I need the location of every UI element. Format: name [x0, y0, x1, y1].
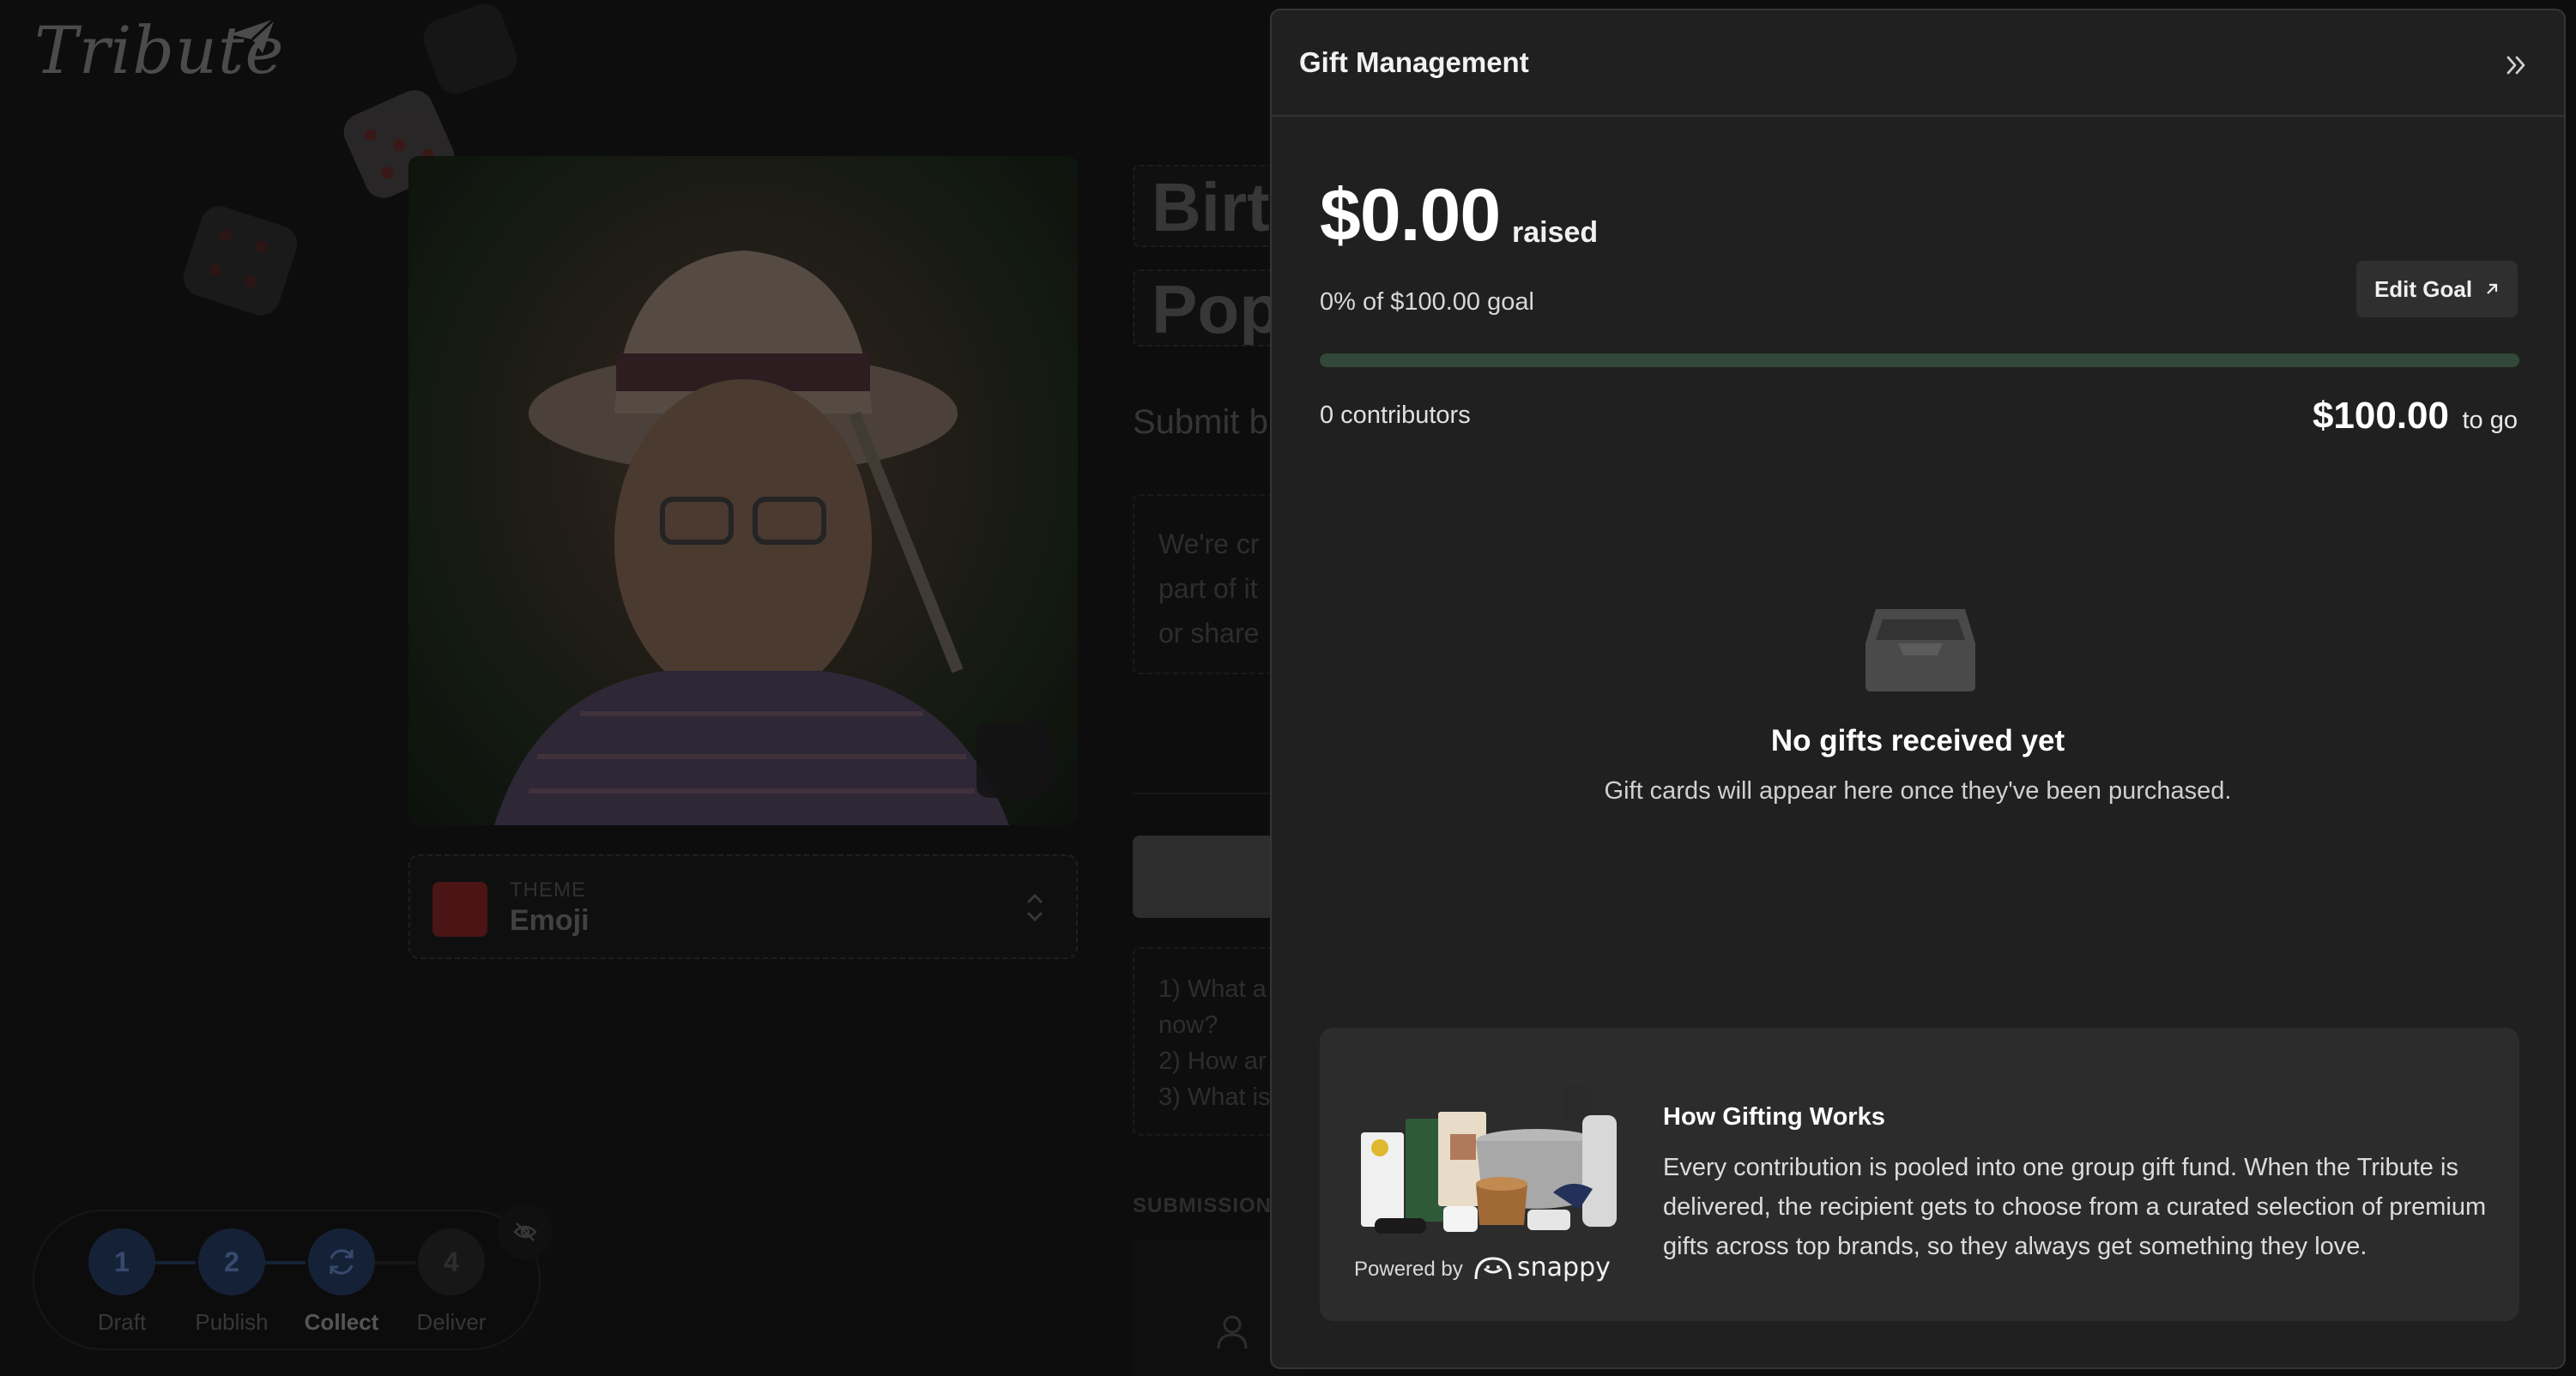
- gift-management-panel: Gift Management $0.00 raised 0% of $100.…: [1270, 9, 2566, 1369]
- contributors-count: 0 contributors: [1320, 401, 1471, 429]
- to-go-amount: $100.00: [2312, 395, 2449, 437]
- raised-amount: $0.00: [1320, 174, 1501, 256]
- how-gifting-works-card: Powered by snappy How Gifting Works Ever…: [1320, 1028, 2519, 1321]
- edit-goal-button[interactable]: Edit Goal: [2356, 261, 2518, 317]
- collapse-panel-button[interactable]: [2499, 48, 2533, 82]
- snappy-wordmark: snappy: [1517, 1252, 1611, 1282]
- goal-progress-bar: [1320, 353, 2519, 367]
- goal-progress-text: 0% of $100.00 goal: [1320, 288, 1534, 316]
- panel-title: Gift Management: [1299, 46, 1529, 78]
- to-go-label: to go: [2462, 407, 2519, 434]
- empty-state-subtitle: Gift cards will appear here once they've…: [1604, 777, 2232, 805]
- chevrons-right-icon: [2506, 56, 2525, 75]
- raised-label: raised: [1512, 216, 1599, 249]
- how-gifting-works-title: How Gifting Works: [1663, 1103, 1885, 1131]
- gift-products-image: [1361, 1086, 1617, 1234]
- snappy-logo[interactable]: snappy: [1472, 1252, 1611, 1282]
- how-gifting-works-body: Every contribution is pooled into one gr…: [1663, 1154, 2487, 1260]
- inbox-tray-icon: [1865, 609, 1975, 691]
- edit-goal-label: Edit Goal: [2373, 275, 2473, 302]
- panel-header: Gift Management: [1272, 10, 2564, 117]
- empty-state-title: No gifts received yet: [1770, 724, 2065, 757]
- snappy-face-icon: [1474, 1256, 1512, 1279]
- powered-by-label: Powered by: [1354, 1258, 1463, 1281]
- arrow-up-right-icon: [2487, 283, 2498, 294]
